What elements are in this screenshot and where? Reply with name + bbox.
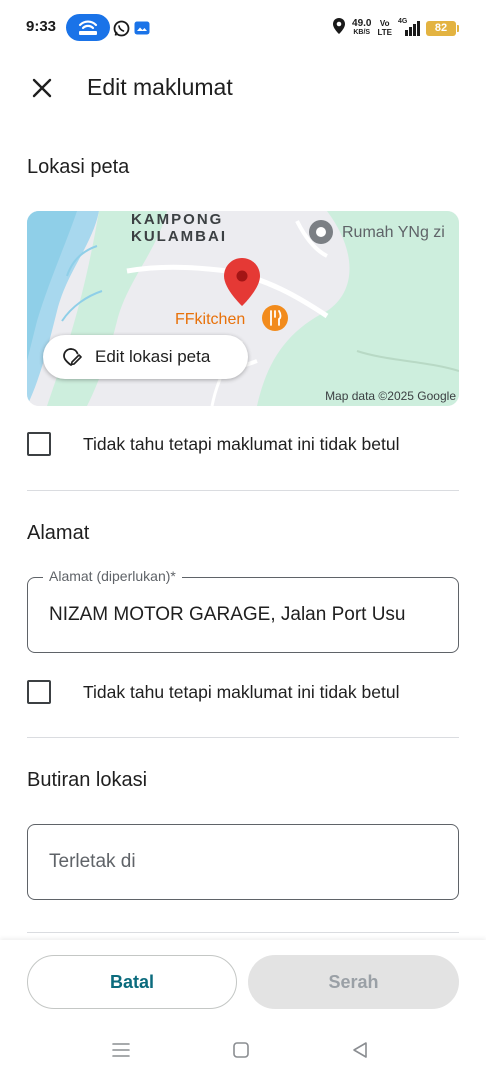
address-incorrect-label: Tidak tahu tetapi maklumat ini tidak bet… [83, 682, 400, 702]
submit-button[interactable]: Serah [248, 955, 459, 1009]
message-icon [134, 20, 150, 41]
hotspot-icon [66, 14, 110, 41]
map-section-title: Lokasi peta [27, 156, 130, 178]
location-details-field[interactable] [27, 824, 459, 900]
app-header: Edit maklumat [0, 58, 486, 118]
map-incorrect-checkbox-row[interactable]: Tidak tahu tetapi maklumat ini tidak bet… [27, 429, 467, 459]
back-icon[interactable] [350, 1040, 370, 1065]
map-preview[interactable]: KAMPONG KULAMBAI Rumah YNg zi FFkitchen … [27, 211, 459, 406]
divider [27, 932, 459, 933]
status-bar: 9:33 49.0 KB/S Vo LTE 4G 82 [0, 0, 486, 58]
map-label-kampong: KAMPONG KULAMBAI [131, 211, 227, 245]
volte-indicator: Vo LTE [377, 19, 392, 37]
close-button[interactable] [24, 70, 60, 106]
edit-location-icon [62, 347, 82, 372]
edit-map-location-label: Edit lokasi peta [95, 347, 211, 366]
location-icon [332, 17, 346, 40]
details-section-title: Butiran lokasi [27, 769, 148, 791]
address-section-title: Alamat [27, 522, 90, 544]
home-icon[interactable] [231, 1040, 251, 1065]
battery-icon: 82 [426, 20, 459, 36]
close-icon [32, 78, 52, 98]
action-bar: Batal Serah [0, 940, 486, 1030]
divider [27, 737, 459, 738]
divider [27, 490, 459, 491]
map-incorrect-label: Tidak tahu tetapi maklumat ini tidak bet… [83, 434, 400, 454]
page-title: Edit maklumat [87, 74, 233, 100]
status-indicators: 49.0 KB/S Vo LTE 4G 82 [332, 14, 459, 42]
address-field[interactable]: Alamat (diperlukan)* [27, 568, 459, 653]
address-incorrect-checkbox[interactable] [27, 680, 51, 704]
menu-icon[interactable] [111, 1040, 131, 1065]
map-copyright: Map data ©2025 Google [325, 389, 456, 403]
network-speed: 49.0 KB/S [352, 18, 372, 37]
address-incorrect-checkbox-row[interactable]: Tidak tahu tetapi maklumat ini tidak bet… [27, 677, 467, 707]
address-field-label: Alamat (diperlukan)* [43, 568, 182, 584]
system-nav-bar [0, 1030, 486, 1080]
cancel-button[interactable]: Batal [27, 955, 237, 1009]
address-input[interactable] [49, 604, 447, 626]
edit-map-location-button[interactable]: Edit lokasi peta [43, 335, 248, 379]
status-time: 9:33 [26, 18, 57, 35]
signal-icon: 4G [398, 18, 420, 37]
map-label-rumah: Rumah YNg zi [342, 224, 445, 241]
map-incorrect-checkbox[interactable] [27, 432, 51, 456]
map-label-ffkitchen: FFkitchen [175, 311, 246, 328]
whatsapp-icon [113, 20, 130, 42]
location-details-input[interactable] [49, 851, 447, 873]
